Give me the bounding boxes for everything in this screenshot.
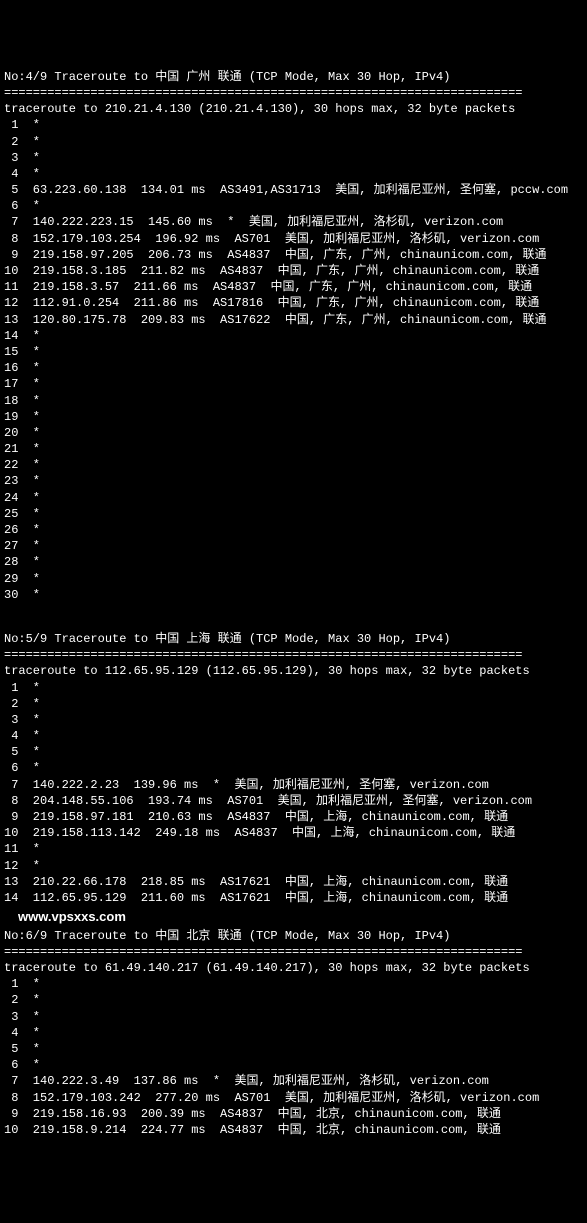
hop-line: 14 112.65.95.129 211.60 ms AS17621 中国, 上… — [4, 890, 583, 906]
hop-line: 30 * — [4, 587, 583, 603]
hop-line: 12 * — [4, 858, 583, 874]
hop-line: 5 63.223.60.138 134.01 ms AS3491,AS31713… — [4, 182, 583, 198]
hop-line: 8 204.148.55.106 193.74 ms AS701 美国, 加利福… — [4, 793, 583, 809]
hop-line: 5 * — [4, 1041, 583, 1057]
hop-line: 20 * — [4, 425, 583, 441]
traceroute-title: No:6/9 Traceroute to 中国 北京 联通 (TCP Mode,… — [4, 928, 583, 944]
hop-line: 10 219.158.113.142 249.18 ms AS4837 中国, … — [4, 825, 583, 841]
hop-line: 4 * — [4, 1025, 583, 1041]
hop-line: 16 * — [4, 360, 583, 376]
hop-line: 25 * — [4, 506, 583, 522]
hop-line: 5 * — [4, 744, 583, 760]
hop-line: 1 * — [4, 976, 583, 992]
hop-line: 21 * — [4, 441, 583, 457]
hop-line: 12 112.91.0.254 211.86 ms AS17816 中国, 广东… — [4, 295, 583, 311]
hop-line: 26 * — [4, 522, 583, 538]
hop-line: 19 * — [4, 409, 583, 425]
hop-line: 9 219.158.97.205 206.73 ms AS4837 中国, 广东… — [4, 247, 583, 263]
hop-line: 10 219.158.3.185 211.82 ms AS4837 中国, 广东… — [4, 263, 583, 279]
hop-line: 17 * — [4, 376, 583, 392]
hop-line: 24 * — [4, 490, 583, 506]
hop-line: 6 * — [4, 760, 583, 776]
hop-line: 23 * — [4, 473, 583, 489]
traceroute-header: traceroute to 61.49.140.217 (61.49.140.2… — [4, 960, 583, 976]
hop-line: 4 * — [4, 166, 583, 182]
hop-line: 11 * — [4, 841, 583, 857]
hop-line: 3 * — [4, 712, 583, 728]
separator: ========================================… — [4, 647, 583, 663]
hop-line: 7 140.222.223.15 145.60 ms * 美国, 加利福尼亚州,… — [4, 214, 583, 230]
terminal-output: No:4/9 Traceroute to 中国 广州 联通 (TCP Mode,… — [4, 69, 583, 1138]
hop-line: 27 * — [4, 538, 583, 554]
hop-line: 11 219.158.3.57 211.66 ms AS4837 中国, 广东,… — [4, 279, 583, 295]
hop-line: 13 210.22.66.178 218.85 ms AS17621 中国, 上… — [4, 874, 583, 890]
hop-line: 13 120.80.175.78 209.83 ms AS17622 中国, 广… — [4, 312, 583, 328]
hop-line: 6 * — [4, 1057, 583, 1073]
hop-line: 6 * — [4, 198, 583, 214]
hop-line: 3 * — [4, 150, 583, 166]
hop-line: 7 140.222.3.49 137.86 ms * 美国, 加利福尼亚州, 洛… — [4, 1073, 583, 1089]
hop-line: 4 * — [4, 728, 583, 744]
hop-line: 29 * — [4, 571, 583, 587]
traceroute-title: No:4/9 Traceroute to 中国 广州 联通 (TCP Mode,… — [4, 69, 583, 85]
hop-line: 28 * — [4, 554, 583, 570]
hop-line: 2 * — [4, 696, 583, 712]
hop-line: 9 219.158.16.93 200.39 ms AS4837 中国, 北京,… — [4, 1106, 583, 1122]
separator: ========================================… — [4, 85, 583, 101]
hop-line: 2 * — [4, 992, 583, 1008]
hop-line: 8 152.179.103.242 277.20 ms AS701 美国, 加利… — [4, 1090, 583, 1106]
hop-line: 8 152.179.103.254 196.92 ms AS701 美国, 加利… — [4, 231, 583, 247]
hop-line: 1 * — [4, 117, 583, 133]
hop-line: 7 140.222.2.23 139.96 ms * 美国, 加利福尼亚州, 圣… — [4, 777, 583, 793]
traceroute-header: traceroute to 210.21.4.130 (210.21.4.130… — [4, 101, 583, 117]
hop-line: 22 * — [4, 457, 583, 473]
traceroute-title: No:5/9 Traceroute to 中国 上海 联通 (TCP Mode,… — [4, 631, 583, 647]
hop-line: 1 * — [4, 680, 583, 696]
hop-line: 9 219.158.97.181 210.63 ms AS4837 中国, 上海… — [4, 809, 583, 825]
hop-line: 2 * — [4, 134, 583, 150]
traceroute-header: traceroute to 112.65.95.129 (112.65.95.1… — [4, 663, 583, 679]
hop-line: 3 * — [4, 1009, 583, 1025]
hop-line: 14 * — [4, 328, 583, 344]
hop-line: 18 * — [4, 393, 583, 409]
separator: ========================================… — [4, 944, 583, 960]
watermark: www.vpsxxs.com — [18, 908, 583, 926]
hop-line: 10 219.158.9.214 224.77 ms AS4837 中国, 北京… — [4, 1122, 583, 1138]
hop-line: 15 * — [4, 344, 583, 360]
